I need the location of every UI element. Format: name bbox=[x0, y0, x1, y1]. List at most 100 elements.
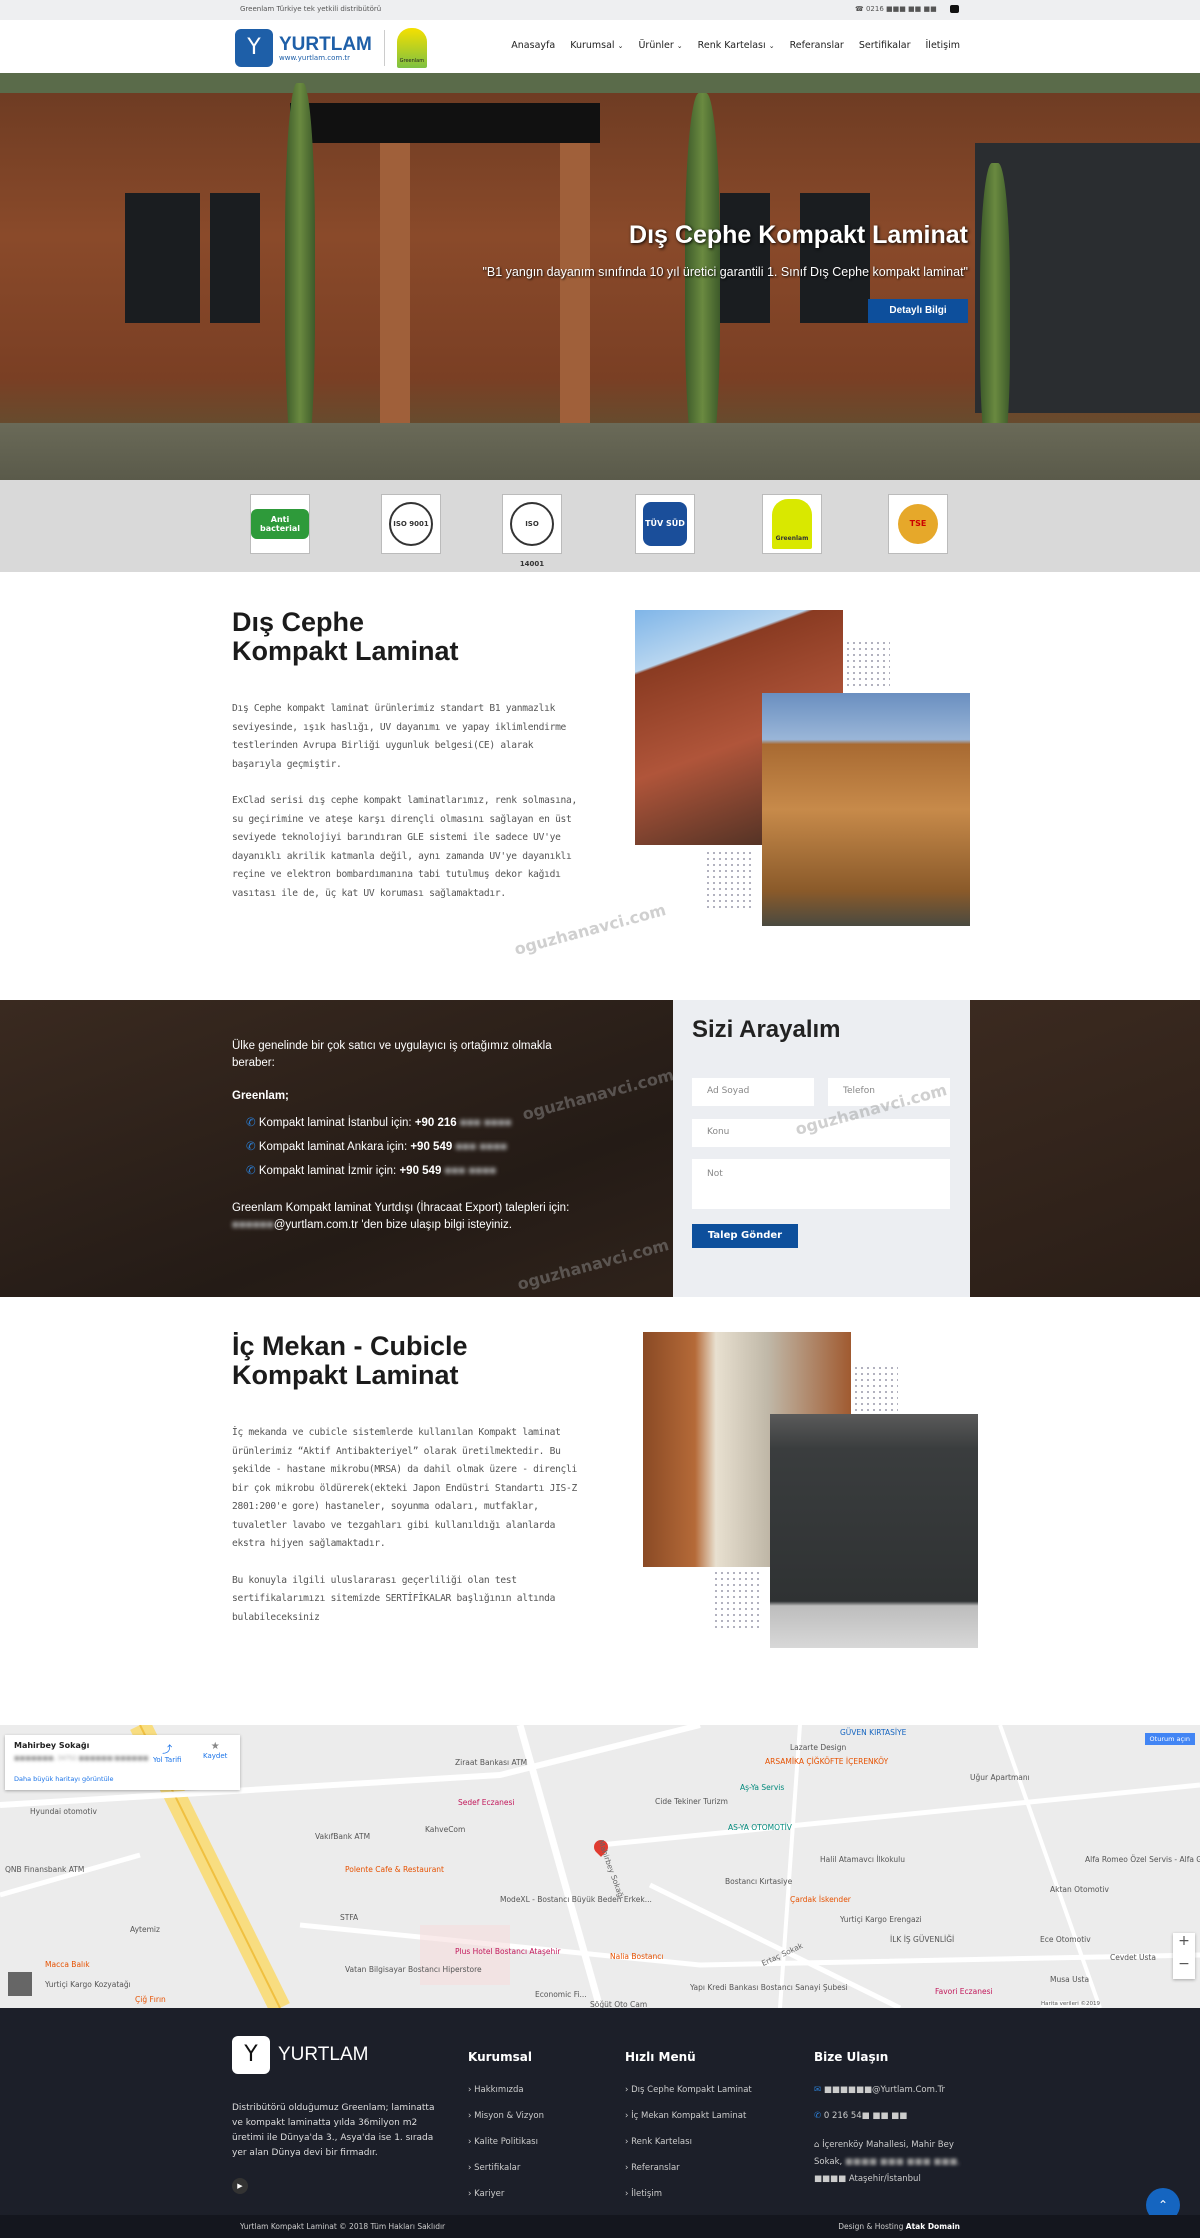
credit[interactable]: Design & Hosting Atak Domain bbox=[838, 2222, 960, 2231]
exterior-paragraph-2: ExClad serisi dış cephe kompakt laminatl… bbox=[232, 795, 577, 899]
phone-icon: ✆ bbox=[246, 1165, 256, 1177]
main-nav: Anasayfa Kurumsal ⌄ Ürünler ⌄ Renk Karte… bbox=[511, 40, 960, 51]
footer-contact-title: Bize Ulaşın bbox=[814, 2050, 889, 2064]
dots-decoration bbox=[845, 640, 890, 690]
header: Y YURTLAM www.yurtlam.com.tr Greenlam An… bbox=[0, 20, 1200, 73]
chevron-down-icon: ⌄ bbox=[768, 42, 775, 50]
nav-anasayfa[interactable]: Anasayfa bbox=[511, 40, 555, 51]
exterior-paragraph-1: Dış Cephe kompakt laminat ürünlerimiz st… bbox=[232, 703, 567, 770]
logo-mark-icon: Y bbox=[235, 29, 273, 67]
footer-kurumsal-title: Kurumsal bbox=[468, 2050, 532, 2064]
copyright: Yurtlam Kompakt Laminat © 2018 Tüm Hakla… bbox=[240, 2222, 446, 2231]
submit-button[interactable]: Talep Gönder bbox=[692, 1224, 798, 1248]
footer: Y YURTLAM Distribütörü olduğumuz Greenla… bbox=[0, 2008, 1200, 2222]
footer-link[interactable]: › Dış Cephe Kompakt Laminat bbox=[625, 2085, 752, 2095]
hero-detail-button[interactable]: Detaylı Bilgi bbox=[868, 299, 968, 323]
footer-link[interactable]: › İç Mekan Kompakt Laminat bbox=[625, 2111, 746, 2121]
directions-icon: ⤴ bbox=[162, 1745, 173, 1756]
phone-line-izmir[interactable]: ✆ Kompakt laminat İzmir için: +90 549 ■■… bbox=[246, 1163, 582, 1180]
chevron-down-icon: ⌄ bbox=[617, 42, 624, 50]
nav-renk-kartelasi[interactable]: Renk Kartelası ⌄ bbox=[698, 40, 775, 51]
watermark: oguzhanavci.com bbox=[512, 900, 668, 959]
dots-decoration bbox=[853, 1365, 898, 1415]
phone-icon: ✆ bbox=[246, 1117, 256, 1129]
nav-sertifikalar[interactable]: Sertifikalar bbox=[859, 40, 911, 51]
interior-paragraph-2: Bu konuyla ilgili uluslararası geçerlili… bbox=[232, 1574, 556, 1623]
interior-image-2 bbox=[770, 1414, 978, 1648]
footer-link[interactable]: › Hakkımızda bbox=[468, 2085, 524, 2095]
interior-title: İç Mekan - Cubicle Kompakt Laminat bbox=[232, 1331, 468, 1390]
map-address: ■■■■■■■, 34752 ■■■■■■/■■■■■■ bbox=[14, 1755, 149, 1762]
certificates-bar: Anti bacterial ISO 9001 ISO 14001 TÜV SÜ… bbox=[0, 480, 1200, 572]
export-text: Greenlam Kompakt laminat Yurtdışı (İhrac… bbox=[232, 1202, 570, 1231]
home-icon: ⌂ bbox=[814, 2140, 820, 2150]
bottom-bar: Yurtlam Kompakt Laminat © 2018 Tüm Hakla… bbox=[0, 2215, 1200, 2238]
tagline: Greenlam Türkiye tek yetkili distribütör… bbox=[240, 5, 382, 13]
street-view-thumbnail[interactable] bbox=[8, 1972, 32, 1996]
phone-line-ankara[interactable]: ✆ Kompakt laminat Ankara için: +90 549 ■… bbox=[246, 1139, 582, 1156]
map-directions-button[interactable]: ⤴ Yol Tarifi bbox=[153, 1741, 181, 1764]
callback-form: Sizi Arayalım Ad Soyad Telefon Konu Not … bbox=[673, 1000, 970, 1297]
note-textarea[interactable]: Not bbox=[692, 1159, 950, 1209]
footer-address: ⌂ İçerenköy Mahallesi, Mahir Bey Sokak, … bbox=[814, 2140, 961, 2184]
footer-link[interactable]: › Kalite Politikası bbox=[468, 2137, 538, 2147]
hero-banner: Dış Cephe Kompakt Laminat "B1 yangın day… bbox=[0, 73, 1200, 480]
map-save-button[interactable]: ★ Kaydet bbox=[203, 1741, 227, 1760]
larger-map-link[interactable]: Daha büyük haritayı görüntüle bbox=[14, 1775, 114, 1783]
logo[interactable]: Y YURTLAM www.yurtlam.com.tr Greenlam bbox=[235, 28, 427, 68]
envelope-icon: ✉ bbox=[814, 2085, 822, 2095]
footer-link[interactable]: › İletişim bbox=[625, 2189, 662, 2199]
cert-iso-9001[interactable]: ISO 9001 bbox=[381, 494, 441, 554]
footer-about: Distribütörü olduğumuz Greenlam; laminat… bbox=[232, 2103, 435, 2158]
nav-iletisim[interactable]: İletişim bbox=[926, 40, 961, 51]
footer-link[interactable]: › Referanslar bbox=[625, 2163, 680, 2173]
phone-icon: ✆ bbox=[246, 1141, 256, 1153]
phone-icon: ✆ bbox=[814, 2111, 822, 2121]
dots-decoration bbox=[705, 850, 755, 910]
map-data-note: Harita verileri ©2019 bbox=[1041, 2001, 1100, 2007]
top-bar: Greenlam Türkiye tek yetkili distribütör… bbox=[0, 0, 1200, 20]
footer-logo[interactable]: Y YURTLAM bbox=[232, 2036, 368, 2074]
footer-link[interactable]: › Kariyer bbox=[468, 2189, 504, 2199]
cert-greenlam[interactable]: Greenlam bbox=[762, 494, 822, 554]
google-map[interactable]: Ziraat Bankası ATM Sedef Eczanesi KahveC… bbox=[0, 1725, 1200, 2008]
footer-quick-menu-title: Hızlı Menü bbox=[625, 2050, 696, 2064]
band-dark-panel bbox=[970, 1000, 1200, 1297]
contact-band: Ülke genelinde bir çok satıcı ve uygulay… bbox=[0, 1000, 1200, 1297]
youtube-icon[interactable] bbox=[950, 5, 959, 13]
hero-title: Dış Cephe Kompakt Laminat bbox=[629, 221, 968, 249]
form-title: Sizi Arayalım bbox=[692, 1016, 841, 1043]
cert-antibacterial[interactable]: Anti bacterial bbox=[250, 494, 310, 554]
zoom-in-button[interactable]: + bbox=[1173, 1933, 1195, 1956]
interior-paragraph-1: İç mekanda ve cubicle sistemlerde kullan… bbox=[232, 1427, 577, 1549]
nav-kurumsal[interactable]: Kurumsal ⌄ bbox=[570, 40, 623, 51]
chevron-up-icon: ⌃ bbox=[1157, 2198, 1169, 2212]
watermark: oguzhanavci.com bbox=[515, 1235, 671, 1294]
logo-mark-icon: Y bbox=[232, 2036, 270, 2074]
cert-tse[interactable]: TSE bbox=[888, 494, 948, 554]
exterior-section-text: Dış Cephe Kompakt Laminat Dış Cephe kompa… bbox=[232, 608, 577, 903]
name-input[interactable]: Ad Soyad bbox=[692, 1078, 814, 1106]
map-info-card: Mahirbey Sokağı ■■■■■■■, 34752 ■■■■■■/■■… bbox=[5, 1735, 240, 1790]
footer-phone[interactable]: ✆ 0 216 54■ ■■ ■■ bbox=[814, 2111, 907, 2121]
logo-text: YURTLAM bbox=[279, 33, 372, 55]
map-place-name: Mahirbey Sokağı bbox=[14, 1741, 90, 1750]
youtube-icon[interactable]: ▶ bbox=[232, 2178, 248, 2194]
footer-link[interactable]: › Misyon & Vizyon bbox=[468, 2111, 544, 2121]
logo-url: www.yurtlam.com.tr bbox=[279, 53, 351, 62]
chevron-down-icon: ⌄ bbox=[676, 42, 683, 50]
map-signin-button[interactable]: Oturum açın bbox=[1144, 1733, 1195, 1745]
cert-tuv[interactable]: TÜV SÜD bbox=[635, 494, 695, 554]
hero-subtitle: "B1 yangın dayanım sınıfında 10 yıl üret… bbox=[482, 265, 968, 279]
nav-referanslar[interactable]: Referanslar bbox=[790, 40, 844, 51]
footer-email[interactable]: ✉ ■■■■■■@Yurtlam.Com.Tr bbox=[814, 2085, 945, 2095]
map-zoom-controls: + − bbox=[1173, 1933, 1195, 1979]
zoom-out-button[interactable]: − bbox=[1173, 1956, 1195, 1972]
footer-link[interactable]: › Sertifikalar bbox=[468, 2163, 520, 2173]
cert-iso-14001[interactable]: ISO 14001 bbox=[502, 494, 562, 568]
footer-link[interactable]: › Renk Kartelası bbox=[625, 2137, 692, 2147]
greenlam-logo: Greenlam bbox=[396, 28, 427, 68]
top-phone[interactable]: ☎ 0216 ■■■ ■■ ■■ bbox=[855, 5, 937, 13]
band-text: Ülke genelinde bir çok satıcı ve uygulay… bbox=[232, 1038, 582, 1234]
nav-urunler[interactable]: Ürünler ⌄ bbox=[638, 40, 682, 51]
